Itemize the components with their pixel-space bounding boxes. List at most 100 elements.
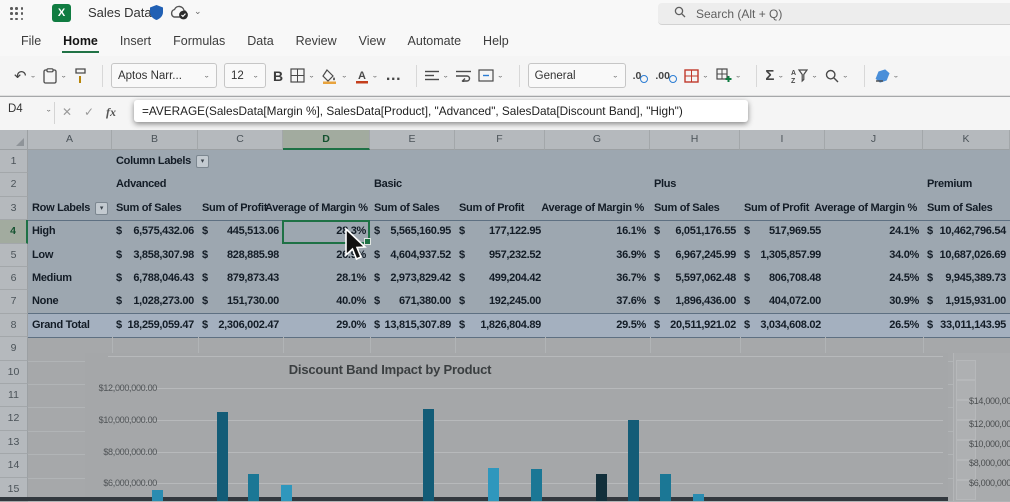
menu-file[interactable]: File: [10, 26, 52, 56]
pivot-cell-E7[interactable]: $671,380.00: [370, 290, 455, 313]
sort-filter-button[interactable]: AZ ⌄: [791, 68, 818, 83]
column-header-D[interactable]: D: [283, 130, 370, 150]
font-color-button[interactable]: A ⌄: [355, 68, 379, 84]
enter-icon[interactable]: ✓: [84, 105, 94, 119]
pivot-cell-K6[interactable]: $9,945,389.73: [923, 267, 1010, 290]
find-button[interactable]: ⌄: [825, 69, 849, 83]
pivot-cell-D6[interactable]: 28.1%: [283, 267, 370, 290]
pivot-cell-H4[interactable]: $6,051,176.55: [650, 220, 740, 243]
pivot-cell-I4[interactable]: $517,969.55: [740, 220, 825, 243]
pivot-cell-C7[interactable]: $151,730.00: [198, 290, 283, 313]
pivot-cell-E5[interactable]: $4,604,937.52: [370, 244, 455, 267]
pivot-cell-J4[interactable]: 24.1%: [825, 220, 923, 243]
pivot-cell-H8[interactable]: $20,511,921.02: [650, 314, 740, 337]
pivot-cell-I7[interactable]: $404,072.00: [740, 290, 825, 313]
insert-cells-button[interactable]: ⌄: [716, 68, 742, 83]
pivot-cell-B6[interactable]: $6,788,046.43: [112, 267, 198, 290]
filter-dropdown-icon[interactable]: ▾: [196, 155, 209, 168]
pivot-cell-F8[interactable]: $1,826,804.89: [455, 314, 545, 337]
pivot-cell-G6[interactable]: 36.7%: [545, 267, 650, 290]
pivot-cell-H7[interactable]: $1,896,436.00: [650, 290, 740, 313]
align-button[interactable]: ⌄: [425, 70, 449, 82]
column-header-B[interactable]: B: [112, 130, 198, 150]
pivot-cell-D7[interactable]: 40.0%: [283, 290, 370, 313]
row-header-6[interactable]: 6: [0, 267, 28, 290]
column-header-J[interactable]: J: [825, 130, 923, 150]
menu-help[interactable]: Help: [472, 26, 520, 56]
pivot-cell-I6[interactable]: $806,708.48: [740, 267, 825, 290]
pivot-cell-G7[interactable]: 37.6%: [545, 290, 650, 313]
chart-bar[interactable]: [152, 490, 163, 501]
pivot-cell-C8[interactable]: $2,306,002.47: [198, 314, 283, 337]
menu-home[interactable]: Home: [52, 26, 109, 56]
pivot-cell-B4[interactable]: $6,575,432.06: [112, 220, 198, 243]
column-header-G[interactable]: G: [545, 130, 650, 150]
merge-cells-button[interactable]: ⌄: [478, 69, 504, 82]
autosum-button[interactable]: Σ⌄: [765, 67, 784, 84]
chart-bar[interactable]: [531, 469, 542, 501]
row-header-12[interactable]: 12: [0, 407, 28, 430]
row-header-9[interactable]: 9: [0, 337, 28, 360]
pivot-cell-K8[interactable]: $33,011,143.95: [923, 314, 1010, 337]
pivot-cell-B8[interactable]: $18,259,059.47: [112, 314, 198, 337]
pivot-cell-D8[interactable]: 29.0%: [283, 314, 370, 337]
borders-button[interactable]: ⌄: [290, 68, 315, 83]
row-header-14[interactable]: 14: [0, 454, 28, 477]
pivot-cell-C4[interactable]: $445,513.06: [198, 220, 283, 243]
cloud-saved-icon[interactable]: [170, 5, 189, 25]
column-header-H[interactable]: H: [650, 130, 740, 150]
select-all-button[interactable]: [0, 130, 28, 150]
pivot-cell-E8[interactable]: $13,815,307.89: [370, 314, 455, 337]
filter-dropdown-icon[interactable]: ▾: [95, 202, 108, 215]
chart-bar[interactable]: [281, 485, 292, 501]
row-header-2[interactable]: 2: [0, 173, 28, 196]
pivot-row-label-grand-total[interactable]: Grand Total: [32, 314, 90, 337]
font-name-select[interactable]: Aptos Narr...⌄: [111, 63, 217, 88]
pivot-cell-E4[interactable]: $5,565,160.95: [370, 220, 455, 243]
chart-bar[interactable]: [217, 412, 228, 501]
pivot-cell-B7[interactable]: $1,028,273.00: [112, 290, 198, 313]
pivot-row-label-low[interactable]: Low: [32, 244, 53, 267]
chart-discount-band-impact[interactable]: Discount Band Impact by Product $12,000,…: [85, 353, 948, 501]
pivot-cell-K4[interactable]: $10,462,796.54: [923, 220, 1010, 243]
format-painter-button[interactable]: [74, 68, 87, 84]
pivot-cell-K7[interactable]: $1,915,931.00: [923, 290, 1010, 313]
pivot-cell-B5[interactable]: $3,858,307.98: [112, 244, 198, 267]
row-header-3[interactable]: 3: [0, 197, 28, 220]
chart-bar[interactable]: [628, 420, 639, 501]
pivot-cell-I8[interactable]: $3,034,608.02: [740, 314, 825, 337]
font-size-select[interactable]: 12⌄: [224, 63, 266, 88]
pivot-column-labels-cell[interactable]: Column Labels▾: [116, 150, 209, 173]
column-header-I[interactable]: I: [740, 130, 825, 150]
formula-input[interactable]: =AVERAGE(SalesData[Margin %], SalesData[…: [134, 100, 748, 122]
column-header-K[interactable]: K: [923, 130, 1010, 150]
second-chart-fragment[interactable]: $14,000,000.00$12,000,000.00$10,000,000.…: [953, 353, 1010, 501]
column-header-E[interactable]: E: [370, 130, 455, 150]
menu-data[interactable]: Data: [236, 26, 284, 56]
chart-bar[interactable]: [488, 468, 499, 501]
paste-button[interactable]: ⌄: [43, 68, 67, 84]
row-header-13[interactable]: 13: [0, 431, 28, 454]
row-header-10[interactable]: 10: [0, 361, 28, 384]
title-chevron-icon[interactable]: ⌄: [194, 6, 202, 17]
pivot-row-label-high[interactable]: High: [32, 220, 55, 243]
row-header-11[interactable]: 11: [0, 384, 28, 407]
search-box[interactable]: Search (Alt + Q): [658, 3, 1010, 25]
row-header-4[interactable]: 4: [0, 220, 28, 243]
app-launcher-icon[interactable]: [10, 7, 24, 21]
clear-button[interactable]: ⌄: [873, 69, 900, 83]
row-header-5[interactable]: 5: [0, 244, 28, 267]
undo-button[interactable]: ↶⌄: [14, 67, 36, 85]
pivot-cell-H5[interactable]: $6,967,245.99: [650, 244, 740, 267]
fill-color-button[interactable]: ⌄: [322, 68, 348, 84]
wrap-text-button[interactable]: [456, 70, 471, 82]
menu-review[interactable]: Review: [285, 26, 348, 56]
more-font-options-button[interactable]: …: [385, 67, 401, 85]
pivot-cell-F6[interactable]: $499,204.42: [455, 267, 545, 290]
chart-bar[interactable]: [660, 474, 671, 501]
menu-automate[interactable]: Automate: [397, 26, 473, 56]
pivot-row-label-none[interactable]: None: [32, 290, 58, 313]
column-header-A[interactable]: A: [28, 130, 112, 150]
name-box[interactable]: D4⌄: [8, 103, 52, 115]
increase-decimal-button[interactable]: .00: [655, 70, 677, 82]
